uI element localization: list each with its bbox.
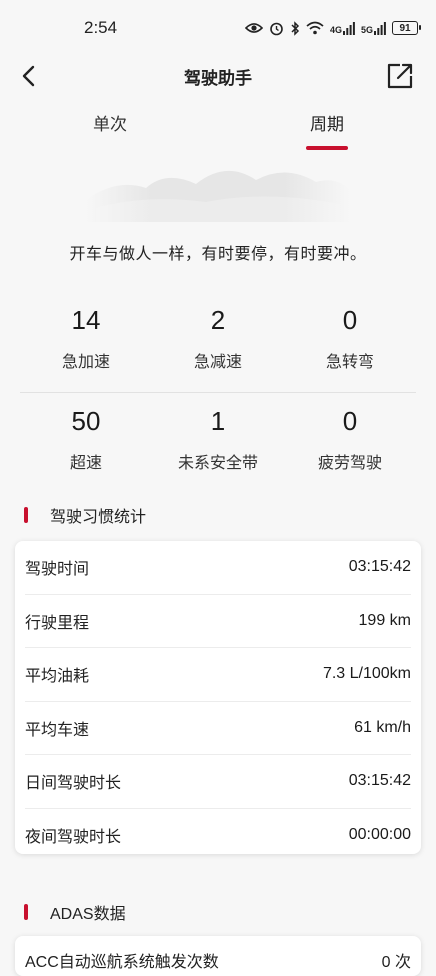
stat-no-seatbelt: 1 未系安全带 [152,401,284,491]
adas-section-header: ADAS数据 [24,900,126,924]
row-label: 平均油耗 [25,668,90,686]
stat-speeding: 50 超速 [20,401,152,491]
stat-value: 14 [71,305,101,335]
tab-single[interactable]: 单次 [50,110,170,135]
row-value: 7.3 L/100km [322,665,411,683]
network-5g-label: 5G [360,24,373,35]
divider [20,392,416,393]
row-value: 00:00:00 [348,825,411,843]
row-label: 夜间驾驶时长 [25,828,122,846]
row-value: 03:15:42 [348,772,411,790]
habit-section-header: 驾驶习惯统计 [24,503,146,527]
mountain-illustration [86,150,350,222]
stat-row: 14 急加速 2 急减速 0 急转弯 [20,300,416,390]
stat-label: 急加速 [61,354,110,371]
period-tabs: 单次 周期 [0,110,436,154]
habit-row-distance: 行驶里程 199 km [25,595,411,648]
row-value: 199 km [358,611,411,629]
stat-fatigue-driving: 0 疲劳驾驶 [284,401,416,491]
habit-stats-card: 驾驶时间 03:15:42 行驶里程 199 km 平均油耗 7.3 L/100… [15,541,421,854]
habit-row-fuel-consumption: 平均油耗 7.3 L/100km [25,648,411,702]
stat-sharp-turn: 0 急转弯 [284,300,416,390]
row-value: 0 次 [381,954,411,971]
habit-row-driving-time: 驾驶时间 03:15:42 [25,541,411,595]
stat-value: 50 [71,406,101,436]
bluetooth-icon [291,20,300,36]
stat-hard-braking: 2 急减速 [152,300,284,390]
stat-hard-acceleration: 14 急加速 [20,300,152,390]
external-link-icon [387,63,413,89]
stat-label: 未系安全带 [177,455,258,472]
stat-value: 0 [342,406,358,436]
wifi-icon [306,21,324,35]
section-accent-bar [24,507,28,523]
status-time: 2:54 [84,18,118,37]
battery-level: 91 [399,22,411,34]
network-5g-indicator: 5G [360,21,386,35]
row-label: 日间驾驶时长 [25,775,122,793]
network-4g-label: 4G [329,24,342,35]
stat-label: 疲劳驾驶 [317,455,382,472]
row-label: 驾驶时间 [25,561,90,579]
signal-icon [374,21,386,35]
nav-bar: 驾驶助手 [0,56,436,96]
stat-label: 急减速 [193,354,242,371]
driving-event-stats: 14 急加速 2 急减速 0 急转弯 50 超速 1 未系安全带 0 疲劳驾驶 [20,300,416,491]
network-4g-indicator: 4G [329,21,355,35]
alarm-icon [270,22,283,35]
habit-row-daytime-driving: 日间驾驶时长 03:15:42 [25,755,411,809]
section-accent-bar [24,904,28,920]
page-title: 驾驶助手 [184,69,252,88]
row-value: 03:15:42 [348,558,411,576]
status-bar: 2:54 4G 5G 91 [0,0,436,56]
share-button[interactable] [384,60,416,92]
tab-period[interactable]: 周期 [267,110,387,135]
row-label: ACC自动巡航系统触发次数 [25,954,219,971]
row-label: 行驶里程 [25,614,90,632]
adas-stats-card: ACC自动巡航系统触发次数 0 次 [15,936,421,976]
stat-value: 2 [210,305,226,335]
eye-icon [244,23,263,33]
section-title: 驾驶习惯统计 [50,509,147,526]
stat-value: 0 [342,305,358,335]
adas-row-acc-triggers: ACC自动巡航系统触发次数 0 次 [15,936,421,972]
signal-icon [342,21,355,35]
row-label: 平均车速 [25,721,90,739]
battery-icon: 91 [392,21,421,35]
stat-value: 1 [210,406,226,436]
section-title: ADAS数据 [50,906,126,923]
stat-label: 急转弯 [325,354,374,371]
habit-row-night-driving: 夜间驾驶时长 00:00:00 [25,809,411,862]
row-value: 61 km/h [354,718,411,736]
stat-row: 50 超速 1 未系安全带 0 疲劳驾驶 [20,401,416,491]
habit-row-average-speed: 平均车速 61 km/h [25,702,411,755]
status-icons: 4G 5G 91 [244,20,421,36]
motto-text: 开车与做人一样，有时要停，有时要冲。 [69,246,367,263]
stat-label: 超速 [69,455,102,472]
